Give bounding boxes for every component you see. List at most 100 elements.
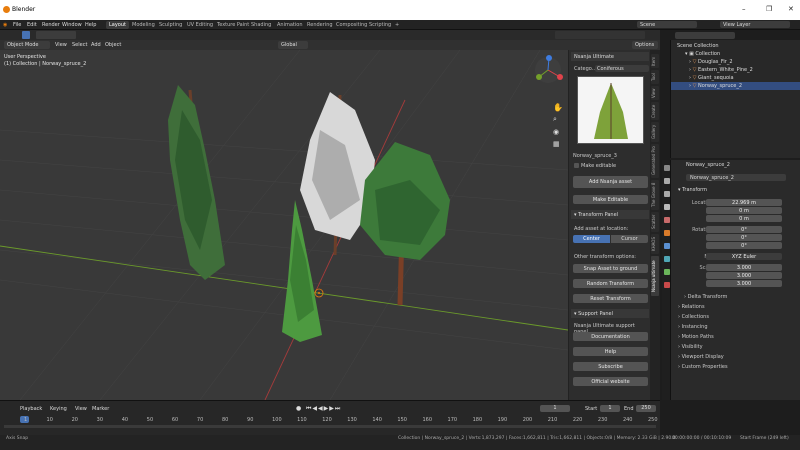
cursor-option[interactable]: Cursor — [611, 235, 648, 243]
pan-hand-icon[interactable]: ✋ — [553, 103, 563, 112]
tab-rendering[interactable]: Rendering — [304, 21, 336, 29]
minimize-button[interactable]: – — [742, 5, 746, 13]
tab-uv-editing[interactable]: UV Editing — [184, 21, 216, 29]
rotation-x-field[interactable]: 0° — [706, 226, 782, 233]
timeline-scrollbar[interactable] — [4, 425, 656, 428]
marker-menu[interactable]: Marker — [92, 406, 109, 412]
tab-view[interactable]: View — [651, 86, 659, 100]
object-name-field[interactable]: Norway_spruce_2 — [686, 174, 786, 181]
scale-z-field[interactable]: 3.000 — [706, 280, 782, 287]
outliner-row-giant-sequoia[interactable]: › ▽ Giant_sequoia — [671, 74, 800, 82]
relations-header[interactable]: › Relations — [678, 304, 705, 310]
current-frame-field[interactable]: 1 — [540, 405, 570, 412]
tab-modeling[interactable]: Modeling — [129, 21, 158, 29]
location-y-field[interactable]: 0 m — [706, 207, 782, 214]
playback-menu[interactable]: Playback — [20, 406, 42, 412]
custom-properties-header[interactable]: › Custom Properties — [678, 364, 728, 370]
transform-section-header[interactable]: ▾ Transform — [678, 187, 707, 193]
random-transform-button[interactable]: Random Transform — [573, 279, 648, 288]
add-asset-button[interactable]: Add Nsanja asset — [573, 176, 648, 188]
scene-selector[interactable]: Scene — [637, 21, 697, 28]
make-editable-checkbox[interactable] — [574, 163, 579, 168]
official-website-button[interactable]: Official website — [573, 377, 648, 386]
start-frame-field[interactable]: 1 — [600, 405, 620, 412]
view-layer-selector[interactable]: View Layer — [720, 21, 790, 28]
camera-icon[interactable]: ◉ — [553, 128, 559, 136]
select-tool-icon[interactable] — [22, 31, 30, 39]
motion-paths-header[interactable]: › Motion Paths — [678, 334, 714, 340]
tree-douglas-fir[interactable] — [168, 85, 225, 280]
tab-compositing[interactable]: Compositing — [333, 21, 370, 29]
3d-viewport[interactable]: User Perspective (1) Collection | Norway… — [0, 50, 568, 400]
viewport-shading-buttons[interactable] — [555, 31, 645, 39]
subscribe-button[interactable]: Subscribe — [573, 362, 648, 371]
options-dropdown[interactable]: Options — [632, 41, 658, 49]
tab-scripting[interactable]: Scripting — [366, 21, 394, 29]
tab-tool[interactable]: Tool — [651, 70, 659, 84]
tab-animation[interactable]: Animation — [274, 21, 306, 29]
menu-window[interactable]: Window — [62, 22, 82, 28]
close-button[interactable]: ✕ — [788, 5, 794, 13]
rotation-z-field[interactable]: 0° — [706, 242, 782, 249]
outliner-row-eastern-white-pine[interactable]: › ▽ Eastern_White_Pine_2 — [671, 66, 800, 74]
mode-selector[interactable]: Object Mode — [4, 41, 50, 49]
category-dropdown[interactable]: Coniferous — [595, 65, 649, 72]
menu-object[interactable]: Object — [105, 42, 121, 48]
scale-x-field[interactable]: 3.000 — [706, 264, 782, 271]
make-editable-button[interactable]: Make Editable — [573, 195, 648, 204]
tab-generated-pro[interactable]: Generated Pro — [651, 144, 659, 178]
outliner-row-collection[interactable]: ▾ ▣ Collection — [671, 50, 800, 58]
menu-render[interactable]: Render — [42, 22, 60, 28]
navigation-gizmo[interactable] — [535, 55, 563, 83]
zoom-icon[interactable]: ⌕ — [553, 115, 557, 124]
tab-nsanja-ultimate[interactable]: Nsanja ultimate — [651, 256, 659, 296]
tab-scatter[interactable]: Scatter — [651, 212, 659, 232]
location-z-field[interactable]: 0 m — [706, 215, 782, 222]
menu-view[interactable]: View — [55, 42, 67, 48]
tab-texture-paint[interactable]: Texture Paint — [214, 21, 252, 29]
timeline-view-menu[interactable]: View — [75, 406, 87, 412]
outliner-row-norway-spruce[interactable]: › ▽ Norway_spruce_2 — [671, 82, 800, 90]
menu-add[interactable]: Add — [91, 42, 101, 48]
tab-shading[interactable]: Shading — [248, 21, 274, 29]
keying-menu[interactable]: Keying — [50, 406, 67, 412]
viewport-display-header[interactable]: › Viewport Display — [678, 354, 724, 360]
snap-to-ground-button[interactable]: Snap Asset to ground — [573, 264, 648, 273]
tab-sculpting[interactable]: Sculpting — [156, 21, 185, 29]
maximize-button[interactable]: ❐ — [766, 5, 772, 13]
asset-preview-thumbnail[interactable] — [577, 76, 644, 144]
menu-select[interactable]: Select — [72, 42, 87, 48]
outliner-search-input[interactable] — [675, 32, 735, 39]
outliner-row-douglas-fir[interactable]: › ▽ Douglas_Fir_2 — [671, 58, 800, 66]
collections-header[interactable]: › Collections — [678, 314, 709, 320]
transform-panel-header[interactable]: ▾ Transform Panel — [571, 210, 649, 219]
center-option[interactable]: Center — [573, 235, 610, 243]
menu-edit[interactable]: Edit — [27, 22, 37, 28]
menu-file[interactable]: File — [13, 22, 21, 28]
tree-giant-sequoia[interactable] — [300, 92, 375, 256]
support-panel-header[interactable]: ▾ Support Panel — [571, 309, 649, 318]
selection-mode-buttons[interactable] — [36, 31, 76, 39]
delta-transform-header[interactable]: › Delta Transform — [684, 294, 727, 300]
tab-the-grove[interactable]: The Grove 8 — [651, 180, 659, 210]
location-x-field[interactable]: 22.969 m — [706, 199, 782, 206]
blender-menu-icon[interactable]: ◉ — [3, 22, 7, 28]
end-frame-field[interactable]: 250 — [636, 405, 656, 412]
reset-transform-button[interactable]: Reset Transform — [573, 294, 648, 303]
record-button[interactable]: ● — [296, 405, 301, 412]
instancing-header[interactable]: › Instancing — [678, 324, 708, 330]
menu-help[interactable]: Help — [85, 22, 96, 28]
scale-y-field[interactable]: 3.000 — [706, 272, 782, 279]
tab-layout[interactable]: Layout — [106, 21, 129, 29]
rotation-mode-dropdown[interactable]: XYZ Euler — [706, 253, 782, 260]
tab-khaos[interactable]: KHAOS — [651, 234, 659, 254]
tab-gallery[interactable]: Gallery — [651, 122, 659, 142]
outliner-row-scene-collection[interactable]: Scene Collection — [671, 42, 800, 50]
documentation-button[interactable]: Documentation — [573, 332, 648, 341]
tab-create[interactable]: Create — [651, 102, 659, 120]
grid-icon[interactable]: ▦ — [553, 140, 560, 148]
orientation-selector[interactable]: Global — [278, 41, 308, 49]
nsanja-panel-header[interactable]: Nsanja Ultimate — [571, 52, 649, 61]
rotation-y-field[interactable]: 0° — [706, 234, 782, 241]
playback-controls[interactable]: ⏮◀◀▶▶⏭ — [306, 405, 341, 413]
